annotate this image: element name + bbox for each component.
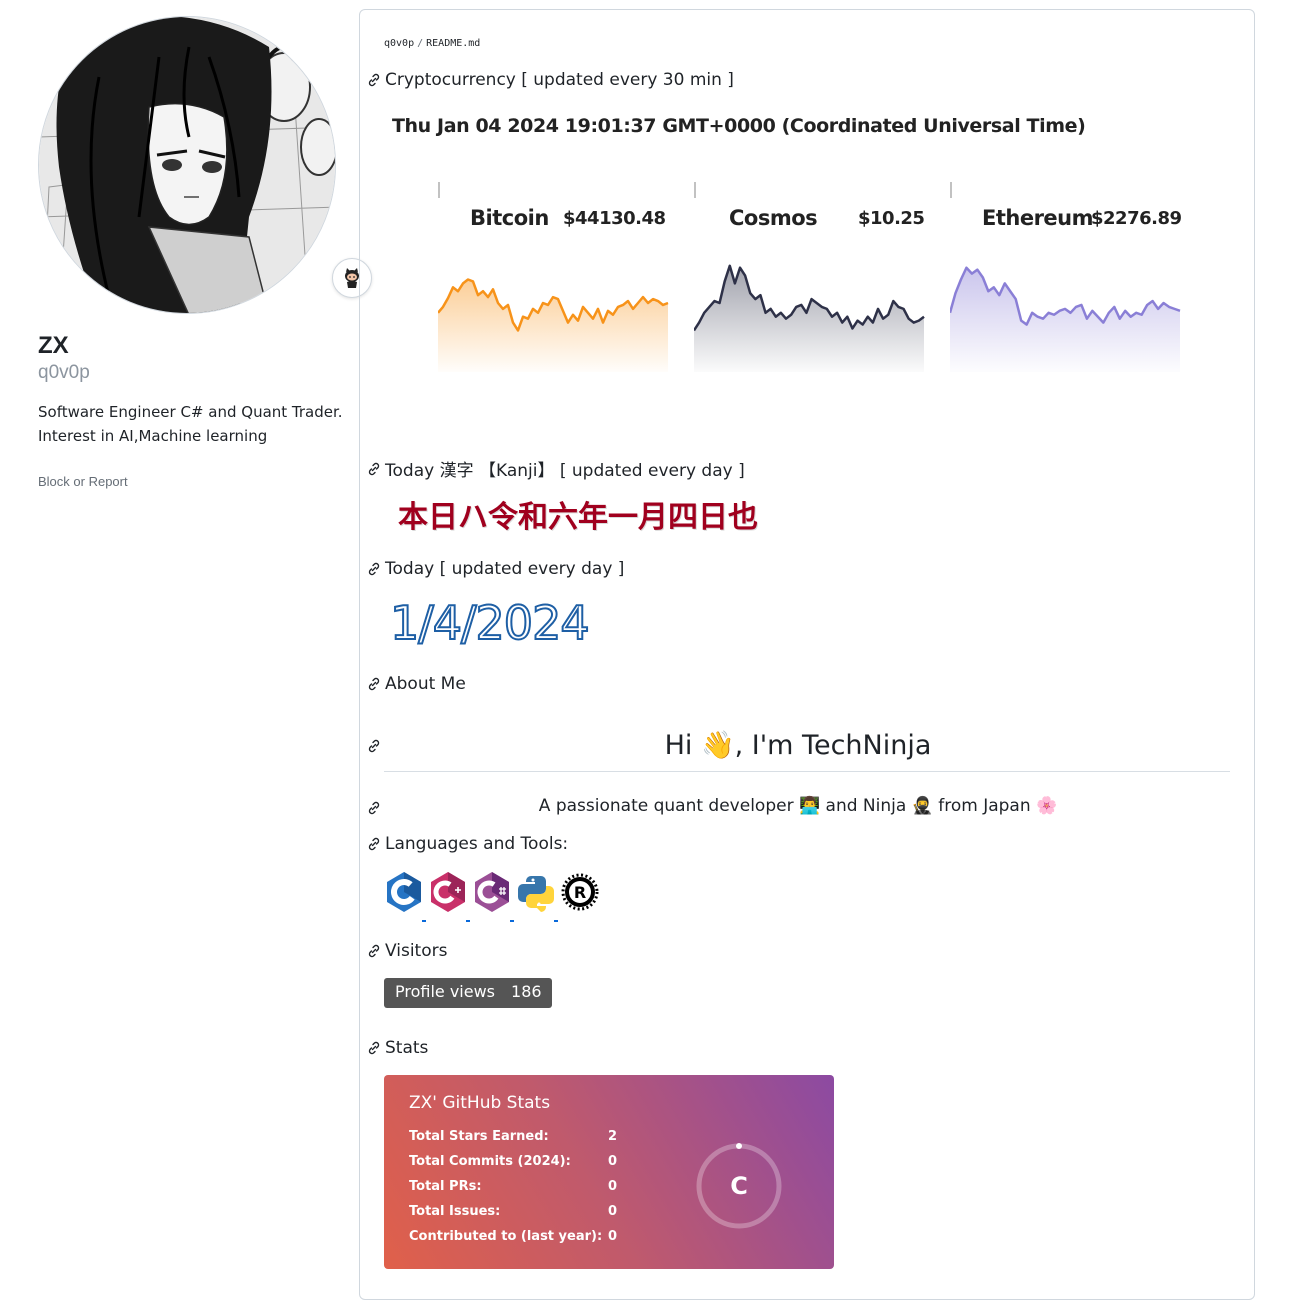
passion-row: A passionate quant developer 👨‍💻 and Nin… [366, 796, 1230, 820]
coin-name: Cosmos [729, 206, 818, 230]
link-underline [510, 920, 514, 922]
heading-text: Today 漢字 【Kanji】 [ updated every day ] [385, 461, 745, 481]
stat-label: Total Commits (2024): [409, 1154, 571, 1169]
profile-username: q0v0p [38, 362, 90, 383]
github-stats-card[interactable]: ZX' GitHub Stats Total Stars Earned: 2 To… [384, 1075, 834, 1269]
svg-text:R: R [574, 883, 586, 902]
today-date-image: 1/4/2024 [389, 595, 591, 651]
stats-title: ZX' GitHub Stats [409, 1093, 551, 1113]
rust-icon[interactable]: R [560, 870, 600, 922]
bio-line: Interest in AI,Machine learning [38, 427, 268, 445]
stat-value: 2 [608, 1129, 618, 1144]
readme-container: q0v0p / README.md Cryptocurrency [ updated… [359, 9, 1255, 1300]
link-icon[interactable] [366, 561, 382, 577]
coin-price: $44130.48 [563, 208, 666, 229]
profile-views-badge[interactable]: Profile views 186 [384, 978, 552, 1008]
stat-row: Contributed to (last year): 0 [409, 1229, 628, 1254]
link-icon[interactable] [366, 836, 382, 852]
link-underline [466, 920, 470, 922]
csharp-icon[interactable] [472, 870, 514, 922]
stat-value: 0 [608, 1179, 618, 1194]
stat-value: 0 [608, 1204, 618, 1219]
python-icon[interactable] [516, 870, 558, 922]
stat-value: 0 [608, 1229, 618, 1244]
rank-circle: C [696, 1143, 782, 1229]
stat-label: Contributed to (last year): [409, 1229, 603, 1244]
heading-stats: Stats [366, 1038, 428, 1058]
heading-text: Stats [385, 1038, 429, 1058]
hi-heading-row: Hi 👋, I'm TechNinja [366, 726, 1230, 772]
coin-price: $2276.89 [1091, 208, 1182, 229]
breadcrumb-separator: / [417, 38, 424, 49]
stat-row: Total Issues: 0 [409, 1204, 628, 1229]
coin-name: Bitcoin [470, 206, 549, 230]
profile-name: ZX [38, 332, 69, 359]
language-icons: R [384, 870, 600, 922]
heading-text: About Me [385, 674, 466, 694]
c-icon[interactable] [384, 870, 426, 922]
heading-today: Today [ updated every day ] [366, 559, 624, 579]
avatar-image [39, 17, 335, 313]
link-icon[interactable] [366, 461, 382, 477]
link-icon[interactable] [366, 1040, 382, 1056]
rank-letter: C [730, 1172, 748, 1200]
coin-card-cosmos[interactable]: Cosmos $10.25 [694, 182, 926, 382]
utc-datetime: Thu Jan 04 2024 19:01:37 GMT+0000 (Coord… [392, 115, 1086, 137]
profile-bio: Software Engineer C# and Quant Trader. I… [38, 400, 343, 448]
readme-breadcrumb: q0v0p / README.md [384, 38, 480, 49]
block-report-link[interactable]: Block or Report [38, 474, 128, 489]
passion-text: A passionate quant developer 👨‍💻 and Nin… [538, 796, 1058, 816]
heading-text: Visitors [385, 941, 448, 961]
heading-text: Cryptocurrency [ updated every 30 min ] [385, 70, 734, 90]
breadcrumb-file: README.md [426, 38, 481, 49]
avatar[interactable] [38, 16, 336, 314]
coin-card-bitcoin[interactable]: Bitcoin $44130.48 [438, 182, 670, 382]
hi-title: Hi 👋, I'm TechNinja [664, 730, 932, 761]
badge-label: Profile views [384, 978, 506, 1008]
link-icon[interactable] [366, 72, 382, 88]
stat-label: Total Issues: [409, 1204, 501, 1219]
breadcrumb-user-link[interactable]: q0v0p [384, 38, 414, 49]
coin-card-ethereum[interactable]: Ethereum $2276.89 [950, 182, 1182, 382]
stat-row: Total PRs: 0 [409, 1179, 628, 1204]
heading-divider [384, 771, 1230, 772]
heading-about-me: About Me [366, 674, 466, 694]
coin-price: $10.25 [858, 208, 925, 229]
heading-text: Today [ updated every day ] [385, 559, 625, 579]
coin-name: Ethereum [982, 206, 1094, 230]
bio-line: Software Engineer C# and Quant Trader. [38, 403, 343, 421]
stat-label: Total PRs: [409, 1179, 482, 1194]
stat-row: Total Stars Earned: 2 [409, 1129, 628, 1154]
stat-value: 0 [608, 1154, 618, 1169]
stat-row: Total Commits (2024): 0 [409, 1154, 628, 1179]
link-icon[interactable] [366, 943, 382, 959]
stats-list: Total Stars Earned: 2 Total Commits (2024… [409, 1129, 628, 1254]
heading-cryptocurrency: Cryptocurrency [ updated every 30 min ] [366, 70, 734, 90]
heading-text: Languages and Tools: [385, 834, 569, 854]
cplusplus-icon[interactable] [428, 870, 470, 922]
link-underline [422, 920, 426, 922]
stat-label: Total Stars Earned: [409, 1129, 549, 1144]
heading-visitors: Visitors [366, 941, 447, 961]
link-underline [554, 920, 558, 922]
heading-languages: Languages and Tools: [366, 834, 568, 854]
avatar-container [38, 16, 372, 314]
heading-kanji: Today 漢字 【Kanji】 [ updated every day ] [366, 456, 745, 481]
badge-value: 186 [505, 978, 552, 1008]
kanji-date-image: 本日ハ令和六年一月四日也 [398, 500, 758, 535]
link-icon[interactable] [366, 676, 382, 692]
